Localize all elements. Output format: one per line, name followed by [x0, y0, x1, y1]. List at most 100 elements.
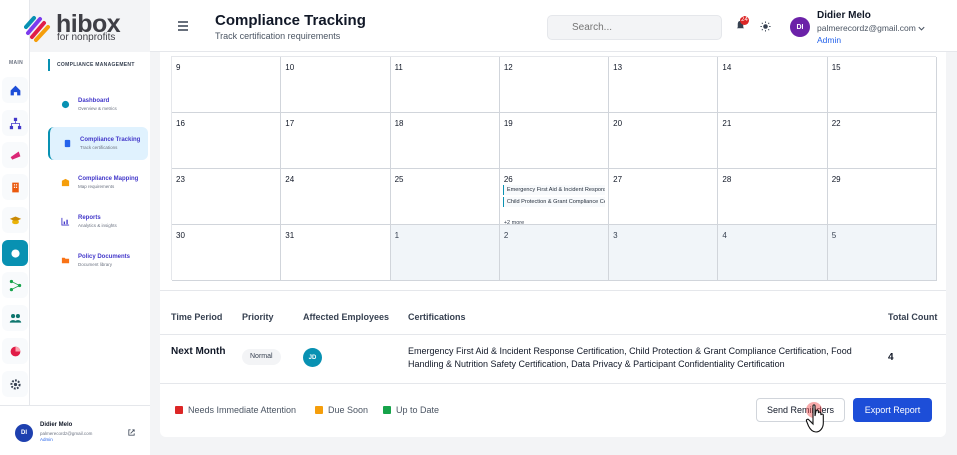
- calendar-day-number: 5: [831, 231, 837, 240]
- calendar-day-cell[interactable]: 17: [281, 113, 391, 169]
- nav-item-compliance-tracking[interactable]: Compliance Tracking Track certifications: [48, 127, 148, 160]
- calendar-day-cell[interactable]: 18: [390, 113, 500, 169]
- calendar-day-cell[interactable]: 10: [281, 57, 391, 113]
- calendar-event[interactable]: Emergency First Aid & Incident Response …: [502, 185, 605, 195]
- nav-item-policy-documents[interactable]: Policy Documents Document library: [48, 244, 148, 277]
- calendar-day-number: 9: [176, 63, 181, 72]
- calendar-day-cell[interactable]: 19: [499, 113, 610, 169]
- home-icon: [10, 85, 20, 95]
- calendar-day-number: 27: [613, 175, 623, 184]
- rail-analytics-button[interactable]: [2, 338, 28, 364]
- nav-item-compliance-mapping[interactable]: Compliance Mapping Map requirements: [48, 166, 148, 199]
- building-icon: [11, 182, 19, 192]
- calendar-day-cell[interactable]: 22: [827, 113, 937, 169]
- nav-item-title: Compliance Mapping: [78, 176, 139, 182]
- theme-toggle-icon[interactable]: [760, 21, 771, 32]
- calendar-day-number: 31: [285, 231, 295, 240]
- rail-building-button[interactable]: [2, 174, 28, 200]
- calendar-day-number: 4: [722, 231, 727, 240]
- network-icon: [9, 279, 21, 291]
- calendar-day-cell[interactable]: 29: [827, 169, 937, 225]
- employee-avatar[interactable]: JD: [303, 348, 322, 367]
- divider: [160, 383, 946, 384]
- pie-chart-icon: [10, 346, 20, 356]
- rail-network-button[interactable]: [2, 272, 28, 298]
- calendar-day-number: 2: [503, 231, 509, 240]
- chart-icon: [60, 217, 69, 226]
- calendar-day-number: 16: [176, 119, 185, 128]
- external-link-icon[interactable]: [127, 428, 136, 437]
- folder-icon: [61, 257, 69, 264]
- calendar-day-cell[interactable]: 24: [281, 169, 391, 225]
- rail-education-button[interactable]: [2, 207, 28, 233]
- calendar-day-cell[interactable]: 31: [281, 225, 391, 281]
- legend-swatch: [383, 406, 391, 414]
- hand-cursor-icon: [805, 402, 824, 433]
- calendar-day-cell[interactable]: 13: [609, 57, 719, 113]
- col-header-total-count: Total Count: [888, 312, 938, 322]
- rail-settings-button[interactable]: [2, 371, 28, 397]
- calendar-day-cell[interactable]: 14: [718, 57, 828, 113]
- calendar-day-cell[interactable]: 11: [390, 57, 500, 113]
- calendar-day-number: 13: [613, 63, 623, 72]
- shield-icon: [10, 248, 20, 258]
- row-certifications: Emergency First Aid & Incident Response …: [408, 346, 852, 369]
- rail-compliance-button[interactable]: [2, 240, 28, 266]
- nav-item-dashboard[interactable]: Dashboard Overview & metrics: [48, 88, 148, 121]
- calendar-day-cell[interactable]: 2: [499, 225, 610, 281]
- calendar-day-cell[interactable]: 5: [827, 225, 937, 281]
- calendar-day-number: 11: [394, 63, 403, 72]
- calendar-day-cell[interactable]: 1: [390, 225, 500, 281]
- nav-section-title: COMPLIANCE MANAGEMENT: [48, 59, 135, 71]
- nav-item-reports[interactable]: Reports Analytics & insights: [48, 205, 148, 238]
- header-user-name[interactable]: Didier Melo: [817, 10, 871, 21]
- calendar-day-cell[interactable]: 21: [718, 113, 828, 169]
- map-icon: [61, 178, 69, 187]
- export-report-button[interactable]: Export Report: [853, 398, 932, 422]
- rail-people-button[interactable]: [2, 305, 28, 331]
- divider: [160, 290, 946, 291]
- calendar-day-cell[interactable]: 25: [390, 169, 500, 225]
- header-user-role: Admin: [817, 35, 842, 45]
- nav-item-subtitle: Map requirements: [78, 184, 115, 189]
- legend-swatch: [315, 406, 323, 414]
- calendar-day-number: 20: [613, 119, 623, 128]
- nav-item-subtitle: Overview & metrics: [78, 106, 117, 111]
- graduation-cap-icon: [9, 215, 21, 224]
- calendar-event[interactable]: Child Protection & Grant Compliance Cert…: [502, 197, 605, 207]
- legend-item-due-soon: Due Soon: [315, 405, 368, 415]
- avatar[interactable]: DI: [790, 17, 810, 37]
- avatar[interactable]: DI: [15, 424, 33, 442]
- calendar-day-cell[interactable]: 15: [827, 57, 937, 113]
- calendar-day-cell[interactable]: 27: [609, 169, 719, 225]
- nav-item-title: Reports: [78, 215, 101, 221]
- sidebar-user-card: DI Didier Melo palmerecordz@gmail.com Ad…: [0, 405, 150, 455]
- calendar-day-number: 30: [176, 231, 185, 240]
- rail-org-button[interactable]: [2, 110, 28, 136]
- calendar-day-number: 23: [176, 175, 185, 184]
- brand-logo[interactable]: hibox for nonprofits: [22, 10, 142, 44]
- legend-label: Due Soon: [328, 405, 369, 415]
- rail-campaign-button[interactable]: [2, 142, 28, 168]
- header-user-email: palmerecordz@gmail.com: [817, 23, 916, 33]
- calendar-day-cell[interactable]: 30: [172, 225, 282, 281]
- calendar-day-cell[interactable]: 23: [172, 169, 282, 225]
- calendar-day-cell[interactable]: 9: [172, 57, 282, 113]
- rail-home-button[interactable]: [2, 77, 28, 103]
- col-header-priority: Priority: [242, 312, 274, 322]
- page-subtitle: Track certification requirements: [215, 31, 341, 41]
- nav-item-title: Dashboard: [78, 98, 110, 104]
- calendar-day-cell[interactable]: 12: [499, 57, 610, 113]
- calendar-day-cell[interactable]: 28: [718, 169, 828, 225]
- legend-item-immediate: Needs Immediate Attention: [175, 405, 296, 415]
- hamburger-menu-icon[interactable]: [177, 20, 189, 32]
- search-input[interactable]: [547, 15, 722, 40]
- calendar-day-cell[interactable]: 16: [172, 113, 282, 169]
- calendar-day-cell[interactable]: 4: [718, 225, 828, 281]
- calendar-day-cell[interactable]: 26Emergency First Aid & Incident Respons…: [499, 169, 610, 226]
- calendar-day-cell[interactable]: 20: [609, 113, 719, 169]
- calendar-day-cell[interactable]: 3: [609, 225, 719, 281]
- logo-mark-icon: [24, 16, 50, 42]
- calendar-day-number: 29: [831, 175, 841, 184]
- chevron-down-icon[interactable]: [917, 24, 926, 33]
